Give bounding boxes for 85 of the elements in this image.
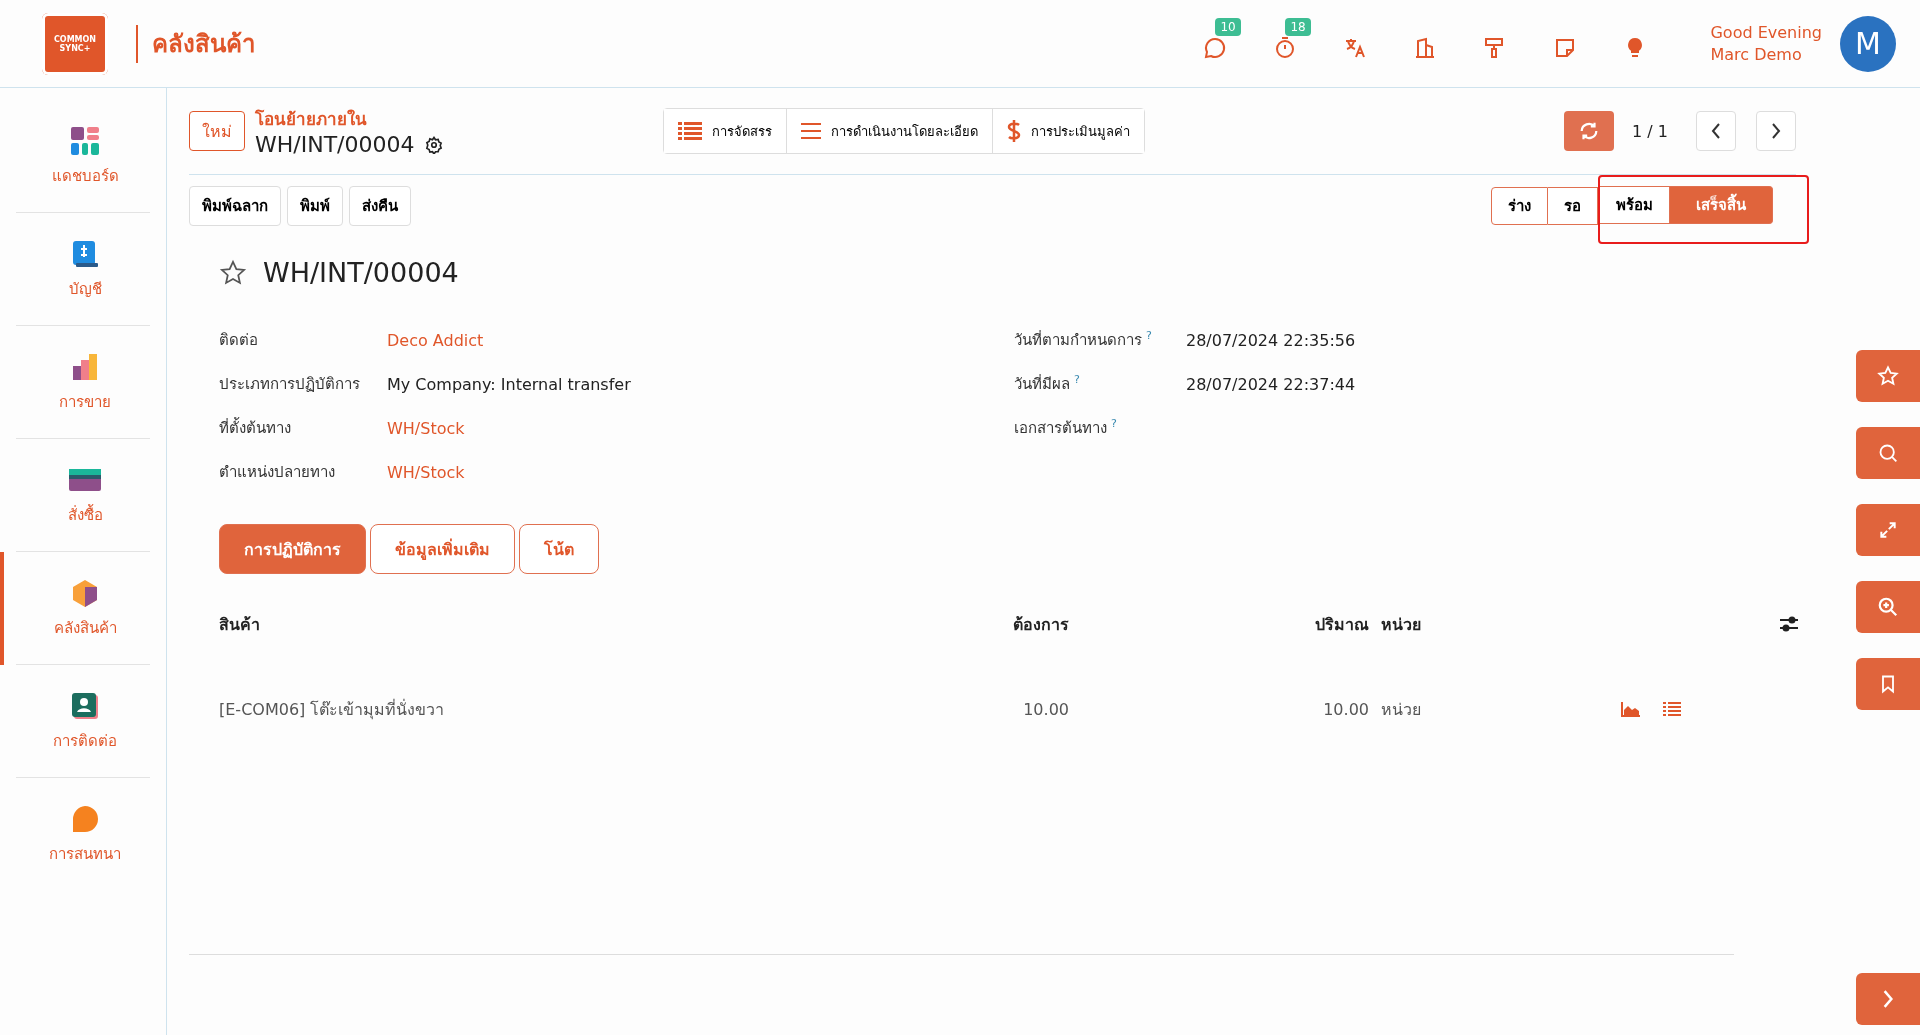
status-step[interactable]: ร่าง bbox=[1491, 187, 1548, 225]
search-button[interactable] bbox=[1856, 427, 1920, 479]
help-mark[interactable]: ? bbox=[1146, 329, 1152, 342]
breadcrumb-link[interactable]: โอนย้ายภายใน bbox=[255, 105, 443, 132]
field-link[interactable]: Deco Addict bbox=[387, 330, 484, 350]
logo[interactable]: COMMON SYNC+ bbox=[42, 12, 108, 75]
expand-panel-button[interactable] bbox=[1856, 973, 1920, 1025]
cube-icon bbox=[70, 577, 100, 608]
area-chart-icon[interactable] bbox=[1621, 701, 1641, 717]
status-step[interactable]: รอ bbox=[1548, 187, 1598, 225]
expand-button[interactable] bbox=[1856, 504, 1920, 556]
column-header: สินค้า bbox=[219, 613, 261, 636]
bookmark-button[interactable] bbox=[1856, 658, 1920, 710]
field-label: วันที่มีผล bbox=[1014, 375, 1070, 393]
table-cell-text: 10.00 bbox=[1322, 699, 1369, 719]
count-badge: 18 bbox=[1285, 17, 1311, 36]
new-button[interactable]: ใหม่ bbox=[189, 111, 245, 151]
record-title: WH/INT/00004 bbox=[263, 257, 459, 288]
sidebar-item[interactable]: การสนทนา bbox=[0, 778, 166, 891]
help-mark[interactable]: ? bbox=[1111, 417, 1117, 430]
notebook-tab[interactable]: ข้อมูลเพิ่มเติม bbox=[370, 524, 515, 574]
field-label: ที่ตั้งต้นทาง bbox=[219, 416, 292, 439]
chevron-left-icon bbox=[1710, 123, 1722, 139]
status-step[interactable]: เสร็จสิ้น bbox=[1670, 185, 1773, 224]
column-header: หน่วย bbox=[1381, 613, 1422, 636]
settings-icon[interactable] bbox=[424, 135, 443, 154]
action-button[interactable]: ส่งคืน bbox=[349, 186, 411, 226]
column-header: ต้องการ bbox=[1012, 613, 1069, 636]
expand-arrows-icon bbox=[1878, 520, 1898, 540]
column-header: ปริมาณ bbox=[1314, 613, 1369, 636]
table-cell-text: หน่วย bbox=[1381, 698, 1422, 721]
dashboard-icon bbox=[70, 125, 100, 156]
speech-bubble-icon bbox=[70, 803, 100, 834]
sidebar-item[interactable]: สั่งซื้อ bbox=[0, 439, 166, 552]
sidebar-item[interactable]: การขาย bbox=[0, 326, 166, 439]
next-button[interactable] bbox=[1756, 111, 1796, 151]
field-link[interactable]: WH/Stock bbox=[387, 462, 465, 482]
star-icon bbox=[1877, 365, 1899, 387]
zoom-in-button[interactable] bbox=[1856, 581, 1920, 633]
list-icon[interactable] bbox=[1663, 701, 1681, 717]
dollar-icon bbox=[1007, 119, 1022, 143]
greeting-text: Good Evening bbox=[1710, 21, 1822, 44]
refresh-button[interactable] bbox=[1564, 111, 1615, 151]
field-label: เอกสารต้นทาง bbox=[1014, 419, 1107, 437]
favorite-button[interactable] bbox=[1856, 350, 1920, 402]
app-title: คลังสินค้า bbox=[152, 29, 255, 60]
settings-sliders-icon[interactable] bbox=[1779, 615, 1799, 633]
user-name: Marc Demo bbox=[1710, 43, 1803, 66]
chevron-right-icon bbox=[1881, 990, 1895, 1008]
field-label: วันที่ตามกำหนดการ bbox=[1014, 331, 1142, 349]
chat-icon[interactable] bbox=[1203, 35, 1228, 60]
notebook-tab[interactable]: โน้ต bbox=[519, 524, 599, 574]
previous-button[interactable] bbox=[1696, 111, 1736, 151]
bar-chart-icon bbox=[70, 351, 100, 382]
count-badge: 10 bbox=[1215, 17, 1241, 36]
field-value: 28/07/2024 22:37:44 bbox=[1186, 374, 1356, 394]
status-step[interactable]: พร้อม bbox=[1600, 185, 1670, 224]
notebook-tab[interactable]: การปฏิบัติการ bbox=[219, 524, 366, 574]
pager-counter: 1 / 1 bbox=[1632, 121, 1668, 141]
sidebar-item[interactable]: คลังสินค้า bbox=[0, 552, 166, 665]
star-icon[interactable] bbox=[219, 258, 247, 287]
menu-lines-icon bbox=[801, 122, 822, 140]
field-label: ตำแหน่งปลายทาง bbox=[219, 462, 336, 483]
field-label: ประเภทการปฏิบัติการ bbox=[219, 374, 361, 395]
table-cell-text: [E-COM06] โต๊ะเข้ามุมที่นั่งขวา bbox=[219, 698, 446, 722]
list-icon bbox=[678, 121, 703, 141]
field-value: My Company: Internal transfer bbox=[387, 374, 631, 394]
money-document-icon bbox=[70, 238, 100, 269]
sidebar-item[interactable]: การติดต่อ bbox=[0, 665, 166, 778]
action-button[interactable]: พิมพ์ฉลาก bbox=[189, 186, 281, 226]
contact-card-icon bbox=[70, 690, 100, 721]
table-cell-text: 10.00 bbox=[1022, 699, 1069, 719]
search-icon bbox=[1878, 443, 1898, 463]
field-link[interactable]: WH/Stock bbox=[387, 418, 465, 438]
field-label: ติดต่อ bbox=[219, 330, 259, 351]
smart-button[interactable]: การจัดสรร bbox=[664, 109, 788, 153]
chevron-right-icon bbox=[1770, 123, 1782, 139]
action-button[interactable]: พิมพ์ bbox=[287, 186, 343, 226]
zoom-in-icon bbox=[1877, 596, 1899, 618]
sidebar-item[interactable]: บัญชี bbox=[0, 213, 166, 326]
record-name: WH/INT/00004 bbox=[255, 132, 415, 157]
sidebar-item[interactable]: แดชบอร์ด bbox=[0, 100, 166, 213]
user-avatar[interactable]: M bbox=[1840, 15, 1896, 72]
field-value: 28/07/2024 22:35:56 bbox=[1186, 330, 1356, 350]
help-mark[interactable]: ? bbox=[1074, 373, 1080, 386]
